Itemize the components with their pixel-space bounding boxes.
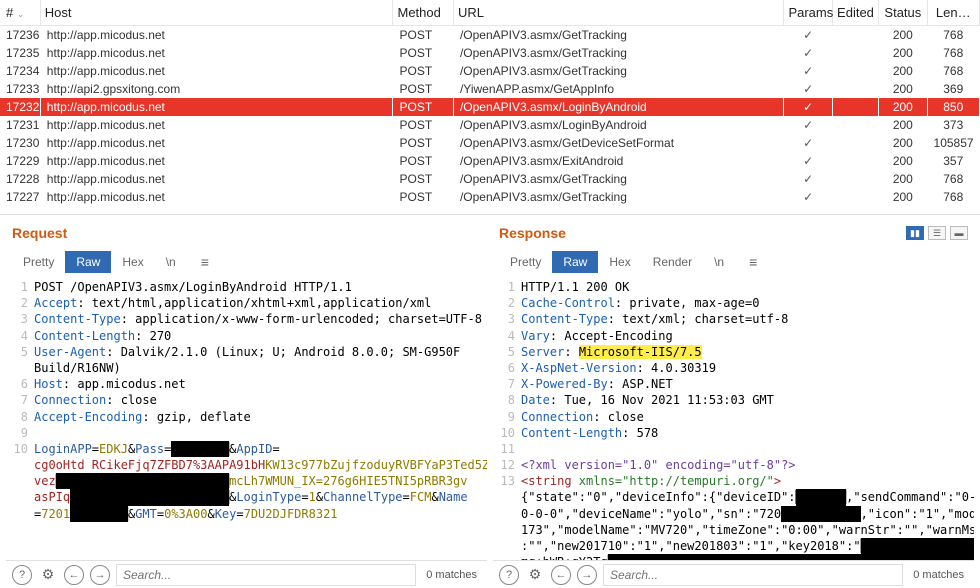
col-method[interactable]: Method — [393, 0, 453, 26]
next-icon[interactable]: → — [90, 565, 110, 585]
table-row[interactable]: 17227http://app.micodus.netPOST/OpenAPIV… — [0, 188, 980, 206]
table-row[interactable]: 17231http://app.micodus.netPOST/OpenAPIV… — [0, 116, 980, 134]
equals-icon[interactable]: ≡ — [197, 254, 213, 270]
equals-icon[interactable]: ≡ — [745, 254, 761, 270]
response-footer: ? ⚙ ← → 0 matches — [493, 560, 974, 588]
tab-pretty[interactable]: Pretty — [499, 251, 552, 273]
request-search-input[interactable] — [116, 564, 416, 586]
col-len[interactable]: Len… — [927, 0, 979, 26]
layout-split-icon[interactable]: ▮▮ — [906, 226, 924, 240]
layout-toggle: ▮▮ ☰ ▬ — [906, 226, 968, 240]
request-matches: 0 matches — [422, 569, 481, 581]
response-matches: 0 matches — [909, 569, 968, 581]
col-url[interactable]: URL — [453, 0, 784, 26]
layout-stack-icon[interactable]: ☰ — [928, 226, 946, 240]
next-icon[interactable]: → — [577, 565, 597, 585]
col-params[interactable]: Params — [784, 0, 832, 26]
col-edited[interactable]: Edited — [832, 0, 878, 26]
tab-render[interactable]: Render — [642, 251, 703, 273]
response-body[interactable]: 1HTTP/1.1 200 OK 2Cache-Control: private… — [493, 277, 974, 560]
response-search-input[interactable] — [603, 564, 903, 586]
transaction-table-pane: # ⌄ Host Method URL Params Edited Status… — [0, 0, 980, 215]
col-host[interactable]: Host — [40, 0, 393, 26]
prev-icon[interactable]: ← — [551, 565, 571, 585]
help-icon[interactable]: ? — [499, 565, 519, 585]
response-title: Response — [499, 225, 906, 241]
tab-n[interactable]: \n — [703, 251, 735, 273]
tab-raw[interactable]: Raw — [65, 251, 111, 273]
help-icon[interactable]: ? — [12, 565, 32, 585]
table-row[interactable]: 17233http://api2.gpsxitong.comPOST/Yiwen… — [0, 80, 980, 98]
request-title: Request — [12, 225, 481, 241]
gear-icon[interactable]: ⚙ — [38, 565, 58, 585]
tab-n[interactable]: \n — [155, 251, 187, 273]
col-num[interactable]: # ⌄ — [0, 0, 40, 26]
transaction-table: # ⌄ Host Method URL Params Edited Status… — [0, 0, 980, 206]
request-body[interactable]: 1POST /OpenAPIV3.asmx/LoginByAndroid HTT… — [6, 277, 487, 560]
tab-pretty[interactable]: Pretty — [12, 251, 65, 273]
request-panel: Request Pretty Raw Hex \n ≡ 1POST /OpenA… — [6, 221, 487, 588]
tab-hex[interactable]: Hex — [111, 251, 154, 273]
table-row[interactable]: 17236http://app.micodus.netPOST/OpenAPIV… — [0, 26, 980, 45]
request-footer: ? ⚙ ← → 0 matches — [6, 560, 487, 588]
table-row[interactable]: 17230http://app.micodus.netPOST/OpenAPIV… — [0, 134, 980, 152]
request-tabs: Pretty Raw Hex \n ≡ — [6, 251, 487, 277]
table-row[interactable]: 17228http://app.micodus.netPOST/OpenAPIV… — [0, 170, 980, 188]
col-status[interactable]: Status — [879, 0, 927, 26]
prev-icon[interactable]: ← — [64, 565, 84, 585]
response-tabs: Pretty Raw Hex Render \n ≡ — [493, 251, 974, 277]
table-row[interactable]: 17229http://app.micodus.netPOST/OpenAPIV… — [0, 152, 980, 170]
tab-raw[interactable]: Raw — [552, 251, 598, 273]
layout-single-icon[interactable]: ▬ — [950, 226, 968, 240]
table-row[interactable]: 17234http://app.micodus.netPOST/OpenAPIV… — [0, 62, 980, 80]
table-row[interactable]: 17235http://app.micodus.netPOST/OpenAPIV… — [0, 44, 980, 62]
response-panel: Response ▮▮ ☰ ▬ Pretty Raw Hex Render \n… — [493, 221, 974, 588]
table-row[interactable]: 17232http://app.micodus.netPOST/OpenAPIV… — [0, 98, 980, 116]
tab-hex[interactable]: Hex — [598, 251, 641, 273]
detail-pane: Request Pretty Raw Hex \n ≡ 1POST /OpenA… — [0, 215, 980, 588]
gear-icon[interactable]: ⚙ — [525, 565, 545, 585]
